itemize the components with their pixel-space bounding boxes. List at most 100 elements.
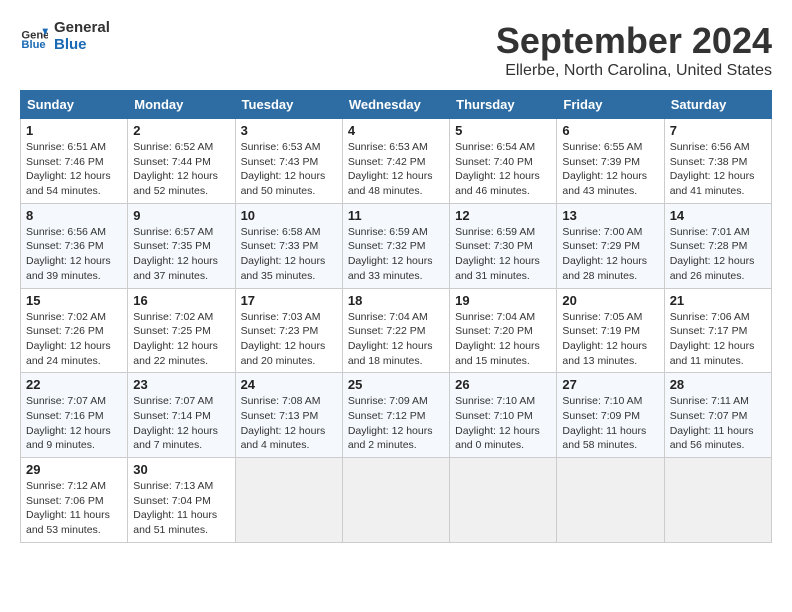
calendar-cell: 25 Sunrise: 7:09 AMSunset: 7:12 PMDaylig…	[342, 373, 449, 458]
title-area: September 2024 Ellerbe, North Carolina, …	[496, 20, 772, 80]
day-number: 2	[133, 123, 229, 138]
day-number: 6	[562, 123, 658, 138]
header-wednesday: Wednesday	[342, 91, 449, 119]
calendar-cell	[664, 458, 771, 543]
day-number: 24	[241, 377, 337, 392]
day-info: Sunrise: 7:09 AMSunset: 7:12 PMDaylight:…	[348, 395, 433, 451]
day-info: Sunrise: 7:01 AMSunset: 7:28 PMDaylight:…	[670, 226, 755, 282]
svg-text:Blue: Blue	[21, 39, 45, 51]
calendar-cell: 14 Sunrise: 7:01 AMSunset: 7:28 PMDaylig…	[664, 203, 771, 288]
day-info: Sunrise: 6:51 AMSunset: 7:46 PMDaylight:…	[26, 141, 111, 197]
page-header: General Blue General Blue September 2024…	[20, 20, 772, 80]
calendar-week-row: 8 Sunrise: 6:56 AMSunset: 7:36 PMDayligh…	[21, 203, 772, 288]
logo: General Blue General Blue	[20, 20, 110, 53]
day-info: Sunrise: 6:56 AMSunset: 7:36 PMDaylight:…	[26, 226, 111, 282]
calendar-cell: 10 Sunrise: 6:58 AMSunset: 7:33 PMDaylig…	[235, 203, 342, 288]
day-number: 23	[133, 377, 229, 392]
day-number: 1	[26, 123, 122, 138]
day-info: Sunrise: 6:52 AMSunset: 7:44 PMDaylight:…	[133, 141, 218, 197]
calendar-cell: 11 Sunrise: 6:59 AMSunset: 7:32 PMDaylig…	[342, 203, 449, 288]
day-info: Sunrise: 7:12 AMSunset: 7:06 PMDaylight:…	[26, 480, 110, 536]
calendar-cell: 21 Sunrise: 7:06 AMSunset: 7:17 PMDaylig…	[664, 288, 771, 373]
day-number: 12	[455, 208, 551, 223]
day-number: 3	[241, 123, 337, 138]
day-number: 28	[670, 377, 766, 392]
calendar-cell: 1 Sunrise: 6:51 AMSunset: 7:46 PMDayligh…	[21, 119, 128, 204]
calendar-header-row: SundayMondayTuesdayWednesdayThursdayFrid…	[21, 91, 772, 119]
calendar-cell	[557, 458, 664, 543]
day-info: Sunrise: 6:59 AMSunset: 7:32 PMDaylight:…	[348, 226, 433, 282]
header-monday: Monday	[128, 91, 235, 119]
day-info: Sunrise: 7:10 AMSunset: 7:10 PMDaylight:…	[455, 395, 540, 451]
calendar-cell	[450, 458, 557, 543]
logo-line1: General	[54, 20, 110, 37]
calendar-week-row: 22 Sunrise: 7:07 AMSunset: 7:16 PMDaylig…	[21, 373, 772, 458]
day-info: Sunrise: 7:11 AMSunset: 7:07 PMDaylight:…	[670, 395, 754, 451]
header-saturday: Saturday	[664, 91, 771, 119]
calendar-cell: 6 Sunrise: 6:55 AMSunset: 7:39 PMDayligh…	[557, 119, 664, 204]
calendar-week-row: 15 Sunrise: 7:02 AMSunset: 7:26 PMDaylig…	[21, 288, 772, 373]
day-number: 22	[26, 377, 122, 392]
day-number: 16	[133, 293, 229, 308]
day-number: 19	[455, 293, 551, 308]
calendar-cell: 9 Sunrise: 6:57 AMSunset: 7:35 PMDayligh…	[128, 203, 235, 288]
location-title: Ellerbe, North Carolina, United States	[496, 62, 772, 80]
calendar-cell: 30 Sunrise: 7:13 AMSunset: 7:04 PMDaylig…	[128, 458, 235, 543]
calendar-cell: 18 Sunrise: 7:04 AMSunset: 7:22 PMDaylig…	[342, 288, 449, 373]
header-friday: Friday	[557, 91, 664, 119]
day-info: Sunrise: 7:02 AMSunset: 7:26 PMDaylight:…	[26, 311, 111, 367]
calendar-cell: 12 Sunrise: 6:59 AMSunset: 7:30 PMDaylig…	[450, 203, 557, 288]
day-info: Sunrise: 7:08 AMSunset: 7:13 PMDaylight:…	[241, 395, 326, 451]
header-thursday: Thursday	[450, 91, 557, 119]
calendar-cell: 29 Sunrise: 7:12 AMSunset: 7:06 PMDaylig…	[21, 458, 128, 543]
day-info: Sunrise: 7:04 AMSunset: 7:22 PMDaylight:…	[348, 311, 433, 367]
day-number: 25	[348, 377, 444, 392]
day-info: Sunrise: 6:57 AMSunset: 7:35 PMDaylight:…	[133, 226, 218, 282]
calendar-cell: 26 Sunrise: 7:10 AMSunset: 7:10 PMDaylig…	[450, 373, 557, 458]
day-number: 29	[26, 462, 122, 477]
header-tuesday: Tuesday	[235, 91, 342, 119]
day-number: 21	[670, 293, 766, 308]
day-info: Sunrise: 7:07 AMSunset: 7:14 PMDaylight:…	[133, 395, 218, 451]
logo-line2: Blue	[54, 37, 110, 54]
calendar-cell: 4 Sunrise: 6:53 AMSunset: 7:42 PMDayligh…	[342, 119, 449, 204]
day-info: Sunrise: 7:00 AMSunset: 7:29 PMDaylight:…	[562, 226, 647, 282]
calendar-cell: 15 Sunrise: 7:02 AMSunset: 7:26 PMDaylig…	[21, 288, 128, 373]
calendar-cell: 19 Sunrise: 7:04 AMSunset: 7:20 PMDaylig…	[450, 288, 557, 373]
calendar-cell: 7 Sunrise: 6:56 AMSunset: 7:38 PMDayligh…	[664, 119, 771, 204]
calendar-cell: 28 Sunrise: 7:11 AMSunset: 7:07 PMDaylig…	[664, 373, 771, 458]
day-info: Sunrise: 6:59 AMSunset: 7:30 PMDaylight:…	[455, 226, 540, 282]
calendar-cell: 24 Sunrise: 7:08 AMSunset: 7:13 PMDaylig…	[235, 373, 342, 458]
day-number: 27	[562, 377, 658, 392]
day-info: Sunrise: 7:05 AMSunset: 7:19 PMDaylight:…	[562, 311, 647, 367]
calendar-cell: 23 Sunrise: 7:07 AMSunset: 7:14 PMDaylig…	[128, 373, 235, 458]
day-info: Sunrise: 6:56 AMSunset: 7:38 PMDaylight:…	[670, 141, 755, 197]
day-number: 13	[562, 208, 658, 223]
day-number: 15	[26, 293, 122, 308]
day-number: 30	[133, 462, 229, 477]
header-sunday: Sunday	[21, 91, 128, 119]
day-number: 9	[133, 208, 229, 223]
calendar-week-row: 1 Sunrise: 6:51 AMSunset: 7:46 PMDayligh…	[21, 119, 772, 204]
day-number: 7	[670, 123, 766, 138]
calendar-cell: 2 Sunrise: 6:52 AMSunset: 7:44 PMDayligh…	[128, 119, 235, 204]
month-title: September 2024	[496, 20, 772, 62]
calendar-cell: 16 Sunrise: 7:02 AMSunset: 7:25 PMDaylig…	[128, 288, 235, 373]
calendar-cell: 20 Sunrise: 7:05 AMSunset: 7:19 PMDaylig…	[557, 288, 664, 373]
calendar-cell: 5 Sunrise: 6:54 AMSunset: 7:40 PMDayligh…	[450, 119, 557, 204]
calendar-cell: 8 Sunrise: 6:56 AMSunset: 7:36 PMDayligh…	[21, 203, 128, 288]
day-number: 8	[26, 208, 122, 223]
day-info: Sunrise: 6:58 AMSunset: 7:33 PMDaylight:…	[241, 226, 326, 282]
day-number: 18	[348, 293, 444, 308]
day-info: Sunrise: 6:55 AMSunset: 7:39 PMDaylight:…	[562, 141, 647, 197]
day-number: 5	[455, 123, 551, 138]
day-info: Sunrise: 6:53 AMSunset: 7:42 PMDaylight:…	[348, 141, 433, 197]
day-number: 11	[348, 208, 444, 223]
day-info: Sunrise: 7:02 AMSunset: 7:25 PMDaylight:…	[133, 311, 218, 367]
day-info: Sunrise: 7:03 AMSunset: 7:23 PMDaylight:…	[241, 311, 326, 367]
calendar-cell: 22 Sunrise: 7:07 AMSunset: 7:16 PMDaylig…	[21, 373, 128, 458]
day-number: 20	[562, 293, 658, 308]
calendar-cell	[235, 458, 342, 543]
calendar-table: SundayMondayTuesdayWednesdayThursdayFrid…	[20, 90, 772, 543]
day-info: Sunrise: 7:06 AMSunset: 7:17 PMDaylight:…	[670, 311, 755, 367]
